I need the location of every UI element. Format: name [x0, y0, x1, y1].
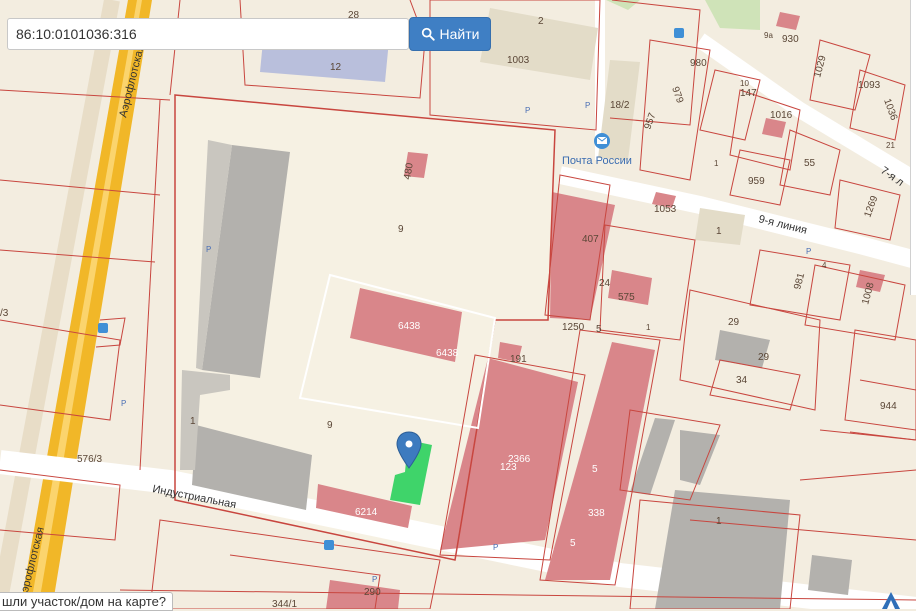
parking-label: P: [806, 247, 811, 256]
parcel-label: 191: [510, 354, 527, 365]
parking-label: P: [585, 101, 590, 110]
find-button[interactable]: Найти: [409, 17, 491, 51]
parcel-label: 1: [714, 159, 719, 168]
parcel-label: 944: [880, 401, 897, 412]
parking-label: P: [206, 245, 211, 254]
parcel-label: 18/2: [610, 100, 630, 111]
parcel-label: 980: [690, 58, 707, 69]
parcel-label: 1003: [507, 55, 530, 66]
brand-logo-icon: [882, 592, 900, 609]
parcel-label: 338: [588, 508, 605, 519]
parcel-label: 1: [646, 323, 651, 332]
parcel-label: 6438: [398, 321, 421, 332]
building-gray-8: [808, 555, 852, 595]
right-panel-edge: [910, 0, 916, 295]
parcel-label: 576/3: [77, 454, 102, 465]
parcel-label: 29: [728, 317, 740, 328]
parcel-label: 9а: [764, 31, 773, 40]
parcel-label: 29: [758, 352, 770, 363]
parcel-label: 1053: [654, 204, 677, 215]
find-button-label: Найти: [439, 26, 480, 42]
parking-label: P: [121, 399, 126, 408]
parking-label: P: [493, 543, 498, 552]
parcel-label: 5: [570, 538, 576, 549]
parking-label: P: [372, 575, 377, 584]
parcel-label: 1250: [562, 322, 585, 333]
parcel-label: 4: [822, 261, 827, 270]
map-hint-link[interactable]: шли участок/дом на карте?: [0, 592, 174, 611]
parcel-label: 2: [538, 16, 544, 27]
parcel-label: 1093: [858, 80, 881, 91]
parcel-label: 21: [886, 141, 895, 150]
parking-label: P: [525, 106, 530, 115]
parcel-label: 55: [804, 158, 816, 169]
post-office-label: Почта России: [562, 155, 632, 167]
cadastral-map[interactable]: P P P P P P P Почта России Аэрофлотская …: [0, 0, 916, 609]
parcel-label: 1: [716, 226, 722, 237]
parcel-label: 344/1: [272, 599, 297, 609]
post-office-marker[interactable]: [594, 133, 610, 149]
parcel-label: 9: [327, 420, 333, 431]
parcel-label: 147: [740, 88, 757, 99]
parcel-label: 6214: [355, 507, 378, 518]
parcel-label: 6438: [436, 348, 459, 359]
parcel-label: 9: [398, 224, 404, 235]
parcel-label: 407: [582, 234, 599, 245]
parcel-label: 575: [618, 292, 635, 303]
search-icon: [421, 27, 435, 41]
parcel-label: /3: [0, 308, 9, 319]
parcel-label: 290: [364, 587, 381, 598]
parcel-label: 34: [736, 375, 748, 386]
parcel-label: 1: [190, 416, 196, 427]
parcel-label: 123: [500, 462, 517, 473]
parcel-label: 930: [782, 34, 799, 45]
parcel-label: 959: [748, 176, 765, 187]
parcel-label: 24: [599, 278, 611, 289]
parcel-label: 5: [592, 464, 598, 475]
parcel-label: 1016: [770, 110, 793, 121]
cadastral-search-input[interactable]: [7, 18, 409, 50]
parcel-label: 12: [330, 62, 342, 73]
parcel-label: 1: [716, 516, 722, 527]
parcel-label: 5: [596, 324, 602, 335]
parcel-label: 10: [740, 79, 749, 88]
